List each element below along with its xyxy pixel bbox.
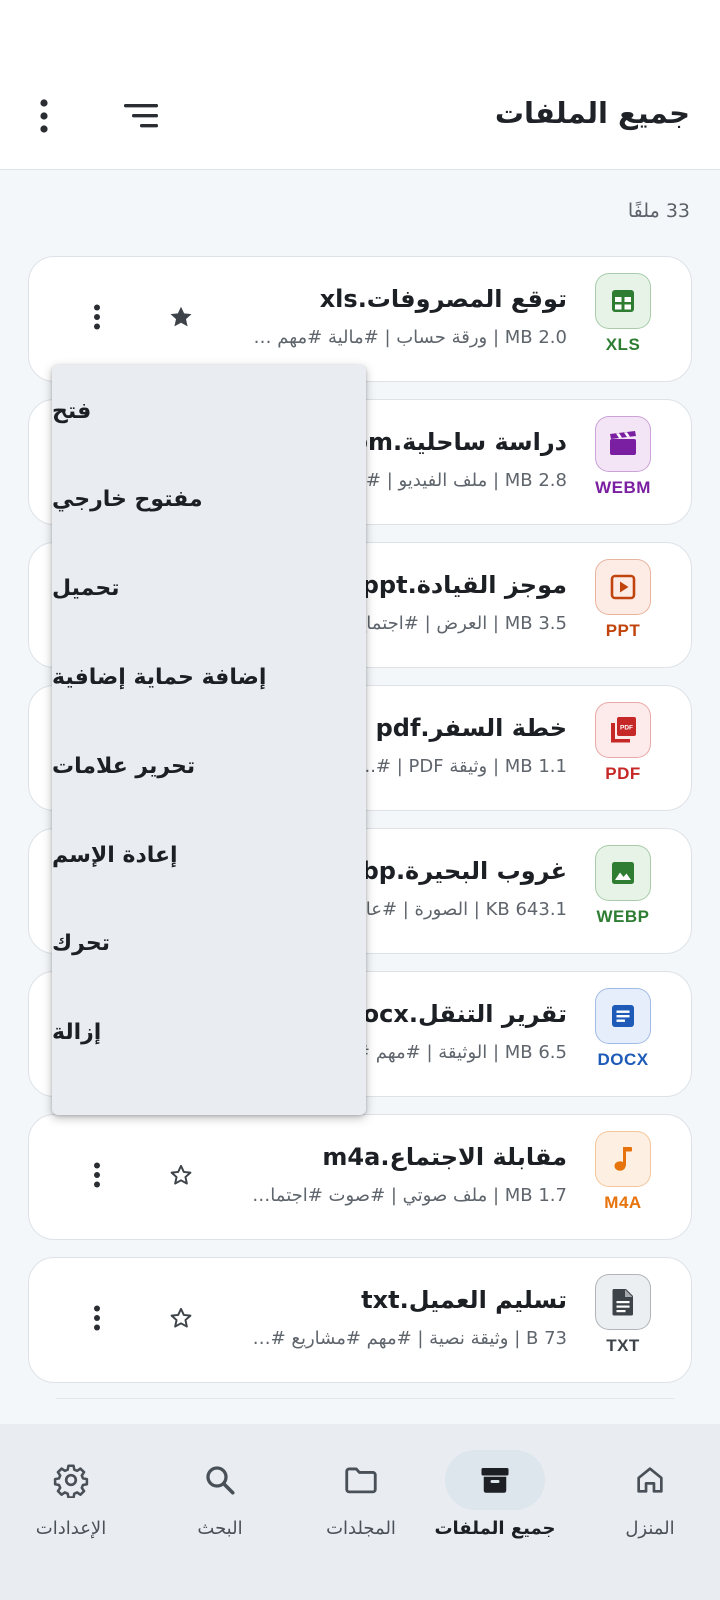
file-type-label: WEBM: [595, 478, 651, 497]
menu-item[interactable]: إعادة الإسم: [52, 810, 366, 900]
more-vertical-icon: [94, 304, 100, 330]
file-card[interactable]: TXT تسليم العميل.txt 73 B | وثيقة نصية |…: [28, 1257, 692, 1383]
file-type-label: PDF: [605, 764, 641, 783]
file-name: موجز القيادة.ppt: [361, 571, 567, 599]
top-app-bar: جميع الملفات: [0, 0, 720, 170]
menu-item-label: فتح: [52, 398, 92, 424]
menu-item[interactable]: مفتوح خارجي: [52, 455, 366, 545]
music-note-icon: [609, 1144, 637, 1174]
file-options-button[interactable]: [79, 1298, 115, 1338]
nav-item[interactable]: البحث: [155, 1450, 285, 1560]
menu-item[interactable]: تحميل: [52, 544, 366, 634]
search-icon: [202, 1462, 238, 1498]
file-type-badge: PDF: [595, 702, 651, 758]
folder-icon: [342, 1461, 380, 1499]
menu-item-label: تحرك: [52, 931, 110, 957]
star-filled-icon: [170, 306, 192, 327]
menu-item-label: إعادة الإسم: [52, 842, 178, 868]
list-divider: [56, 1398, 674, 1399]
page-title: جميع الملفات: [494, 96, 690, 130]
nav-item[interactable]: الإعدادات: [6, 1450, 136, 1560]
file-type-label: M4A: [604, 1193, 642, 1212]
svg-text:PDF: PDF: [620, 725, 633, 732]
file-type-badge: [595, 559, 651, 615]
star-outline-icon: [170, 1164, 192, 1185]
nav-label: المنزل: [625, 1518, 675, 1539]
file-options-button[interactable]: [79, 1155, 115, 1195]
file-meta: 2.0 MB | ورقة حساب | #مالية #مهم #...: [242, 327, 567, 348]
pdf-icon: PDF: [608, 715, 638, 745]
file-type-label: WEBP: [596, 907, 650, 926]
archive-icon: [477, 1462, 513, 1498]
menu-item-label: إضافة حماية إضافية: [52, 664, 267, 690]
gear-icon: [53, 1462, 89, 1498]
more-vertical-icon: [40, 99, 48, 133]
file-type-label: DOCX: [597, 1050, 649, 1069]
file-card[interactable]: M4A مقابلة الاجتماع.m4a 1.7 MB | ملف صوت…: [28, 1114, 692, 1240]
nav-label: البحث: [197, 1518, 243, 1539]
menu-item-label: تحميل: [52, 576, 120, 602]
menu-item-label: إزالة: [52, 1020, 102, 1046]
nav-item[interactable]: جميع الملفات: [430, 1450, 560, 1560]
menu-item-label: تحرير علامات: [52, 753, 196, 779]
sort-button[interactable]: [118, 92, 166, 140]
file-name: مقابلة الاجتماع.m4a: [322, 1143, 567, 1171]
nav-icon-container: [600, 1450, 700, 1510]
file-type-label: XLS: [605, 335, 641, 354]
table-icon: [609, 287, 637, 315]
slideshow-icon: [609, 573, 637, 601]
file-type-badge: [595, 1274, 651, 1330]
file-name: تسليم العميل.txt: [361, 1286, 567, 1314]
file-type-badge: [595, 273, 651, 329]
more-vertical-icon: [94, 1305, 100, 1331]
file-meta: 73 B | وثيقة نصية | #مهم #مشاريع #عمل: [242, 1328, 567, 1349]
nav-icon-container: [170, 1450, 270, 1510]
file-meta: 1.7 MB | ملف صوتي | #صوت #اجتماعا...: [242, 1185, 567, 1206]
file-name: تقرير التنقل.docx: [345, 1000, 567, 1028]
nav-icon-container: [311, 1450, 411, 1510]
file-type-badge: [595, 845, 651, 901]
star-outline-icon: [170, 1307, 192, 1328]
nav-label: المجلدات: [326, 1518, 396, 1539]
nav-label: الإعدادات: [35, 1518, 107, 1539]
document-icon: [609, 1002, 637, 1030]
nav-label: جميع الملفات: [434, 1518, 556, 1539]
image-icon: [609, 859, 637, 887]
menu-item[interactable]: تحرير علامات: [52, 721, 366, 811]
favorite-button[interactable]: [161, 1155, 201, 1195]
file-card[interactable]: XLS توقع المصروفات.xls 2.0 MB | ورقة حسا…: [28, 256, 692, 382]
menu-item[interactable]: إضافة حماية إضافية: [52, 632, 366, 722]
text-file-icon: [610, 1287, 636, 1317]
file-options-button[interactable]: [79, 297, 115, 337]
file-type-badge: [595, 416, 651, 472]
nav-item[interactable]: المجلدات: [296, 1450, 426, 1560]
bottom-navigation: المنزل جميع الملفات المجلدات البحث الإعد…: [0, 1424, 720, 1600]
sort-icon: [124, 104, 158, 128]
menu-item[interactable]: إزالة: [52, 988, 366, 1078]
nav-icon-container: [445, 1450, 545, 1510]
more-vertical-icon: [94, 1162, 100, 1188]
favorite-button[interactable]: [161, 297, 201, 337]
menu-item[interactable]: فتح: [52, 366, 366, 456]
home-icon: [633, 1463, 667, 1497]
video-clip-icon: [608, 430, 638, 458]
file-name: توقع المصروفات.xls: [319, 285, 567, 313]
file-type-badge: [595, 1131, 651, 1187]
menu-item-label: مفتوح خارجي: [52, 487, 203, 513]
file-type-badge: [595, 988, 651, 1044]
menu-item[interactable]: تحرك: [52, 899, 366, 989]
nav-icon-container: [21, 1450, 121, 1510]
nav-item[interactable]: المنزل: [585, 1450, 715, 1560]
file-count: 33 ملفًا: [627, 200, 690, 222]
context-menu: فتح مفتوح خارجي تحميل إضافة حماية إضافية تحر…: [52, 365, 366, 1115]
overflow-menu-button[interactable]: [20, 92, 68, 140]
favorite-button[interactable]: [161, 1298, 201, 1338]
file-name: خطة السفر.pdf: [375, 714, 567, 742]
file-type-label: TXT: [606, 1336, 640, 1355]
file-type-label: PPT: [605, 621, 641, 640]
